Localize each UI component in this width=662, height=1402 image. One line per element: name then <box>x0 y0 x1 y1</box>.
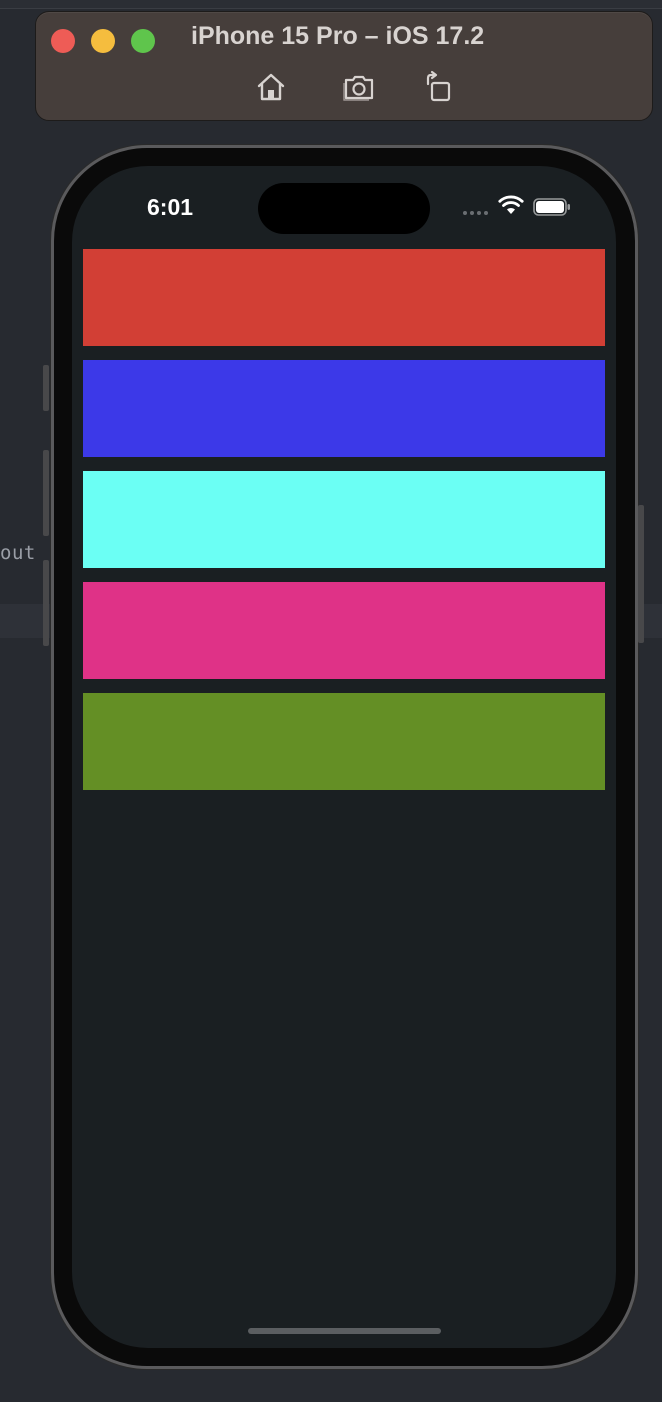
simulator-titlebar: iPhone 15 Pro – iOS 17.2 <box>35 11 653 121</box>
zoom-window-button[interactable] <box>131 29 155 53</box>
color-bars-list <box>83 249 605 804</box>
status-bar-time: 6:01 <box>147 194 194 220</box>
volume-up-button <box>43 450 49 536</box>
simulator-stage: out iPhone 15 Pro – iOS 17.2 6:01 <box>0 0 662 1402</box>
camera-icon[interactable] <box>342 70 376 104</box>
editor-top-strip <box>0 0 662 9</box>
window-title: iPhone 15 Pro – iOS 17.2 <box>191 22 485 50</box>
power-button <box>638 505 644 643</box>
home-indicator[interactable] <box>248 1328 441 1334</box>
color-bar-4 <box>83 582 605 679</box>
close-window-button[interactable] <box>51 29 75 53</box>
color-bar-1 <box>83 249 605 346</box>
action-button <box>43 365 49 411</box>
volume-down-button <box>43 560 49 646</box>
minimize-window-button[interactable] <box>91 29 115 53</box>
color-bar-2 <box>83 360 605 457</box>
battery-icon <box>533 198 571 216</box>
color-bar-3 <box>83 471 605 568</box>
rotate-icon[interactable] <box>422 70 456 104</box>
color-bar-5 <box>83 693 605 790</box>
home-icon[interactable] <box>254 70 288 104</box>
signal-dots-icon <box>463 211 488 215</box>
wifi-icon <box>498 194 524 216</box>
device-screen: 6:01 <box>72 166 616 1348</box>
dynamic-island <box>258 183 430 234</box>
editor-code-fragment: out <box>0 542 36 564</box>
